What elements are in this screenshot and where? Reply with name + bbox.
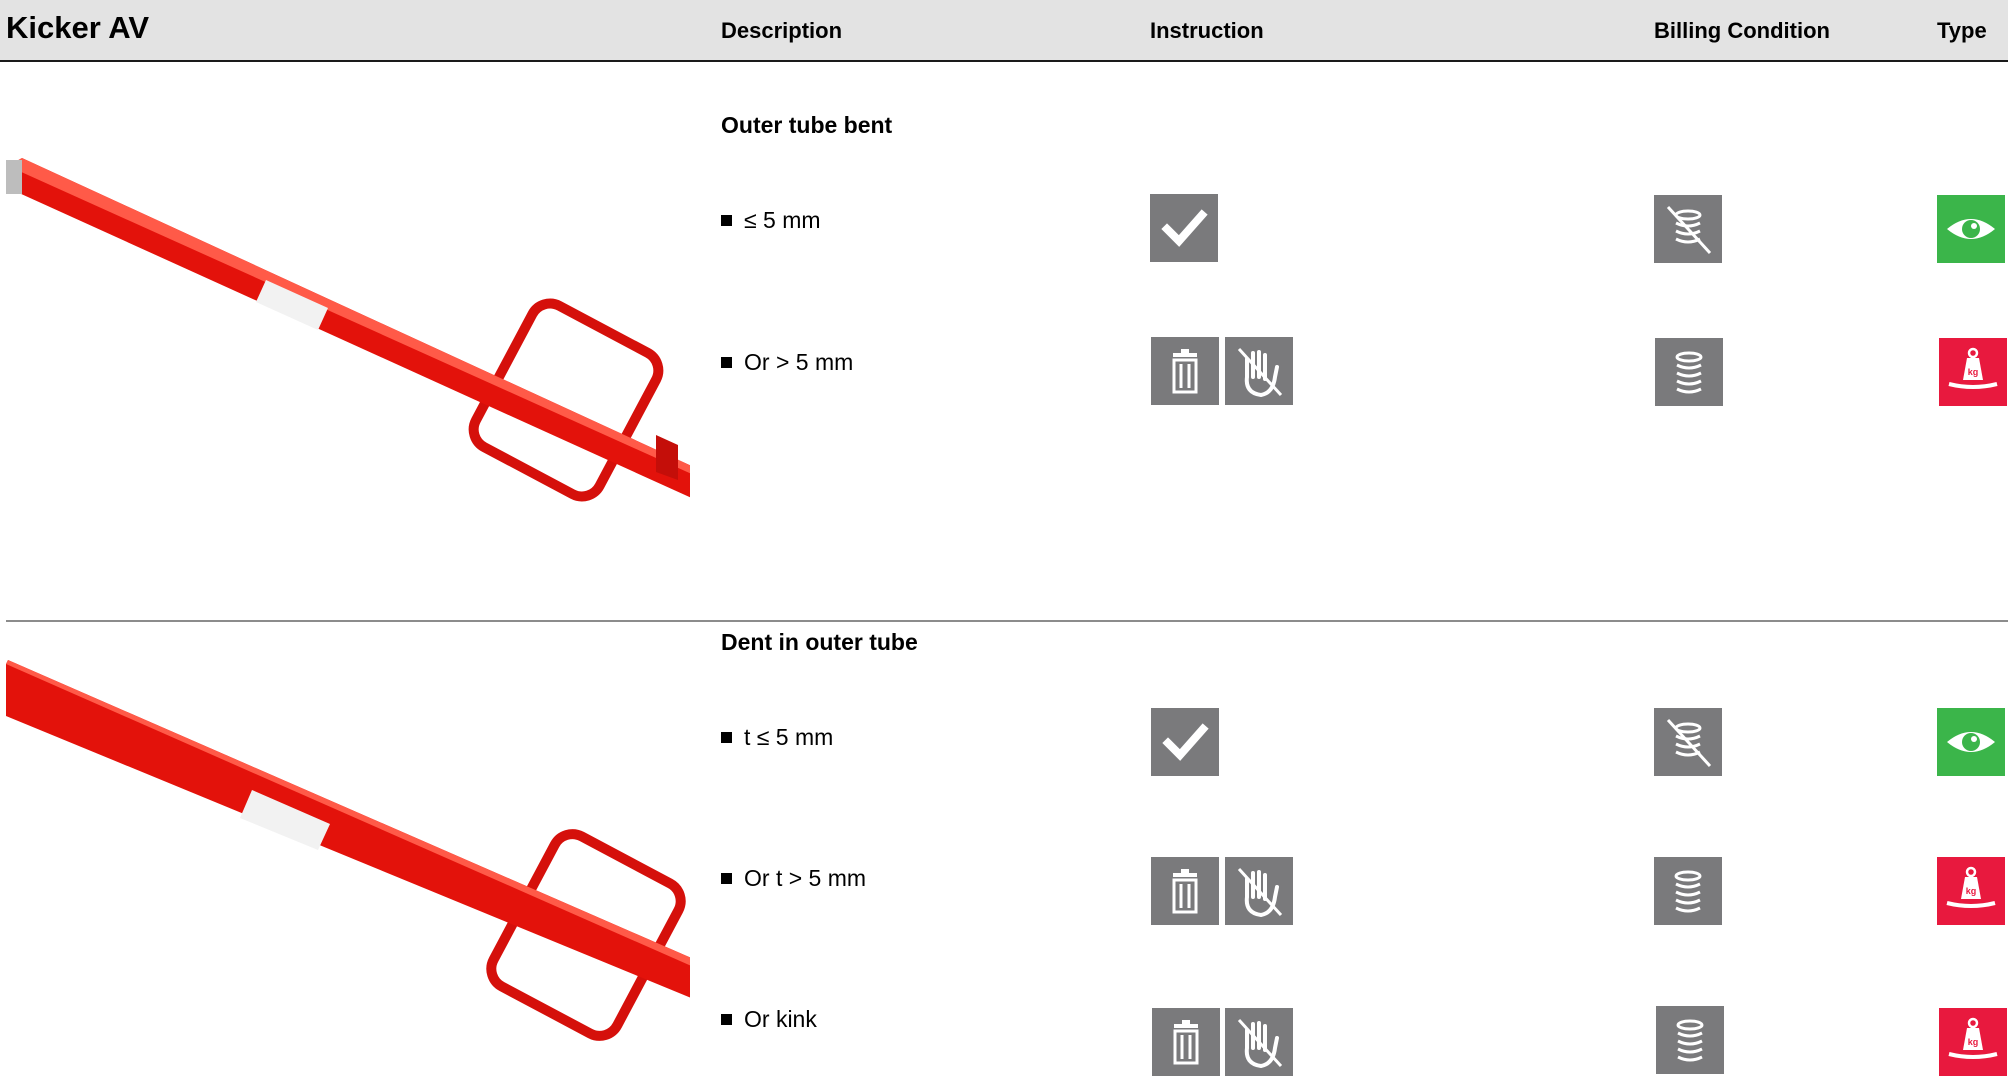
bullet-icon <box>721 873 732 884</box>
condition-label: Or t > 5 mm <box>744 865 867 891</box>
weight-kg-icon: kg <box>1939 338 2007 406</box>
svg-text:kg: kg <box>1968 367 1979 377</box>
check-icon <box>1150 194 1218 262</box>
bullet-icon <box>721 215 732 226</box>
table-header: Kicker AV Description Instruction Billin… <box>0 0 2008 62</box>
section-divider <box>6 620 2008 622</box>
charge-coins-icon <box>1656 1006 1724 1074</box>
bullet-icon <box>721 357 732 368</box>
charge-coins-icon <box>1654 857 1722 925</box>
condition-label: Or > 5 mm <box>744 349 854 375</box>
condition-row-label: Or t > 5 mm <box>721 865 866 892</box>
column-header-instruction: Instruction <box>1150 18 1264 43</box>
trash-icon <box>1151 857 1219 925</box>
condition-row-label: Or > 5 mm <box>721 349 853 376</box>
do-not-repair-hand-icon <box>1225 337 1293 405</box>
section-title: Outer tube bent <box>721 112 893 138</box>
no-charge-coins-icon <box>1654 195 1722 263</box>
kicker-product-image <box>6 150 690 530</box>
condition-label: ≤ 5 mm <box>744 207 821 233</box>
do-not-repair-hand-icon <box>1225 857 1293 925</box>
check-icon <box>1151 708 1219 776</box>
condition-label: t ≤ 5 mm <box>744 724 834 750</box>
column-header-type: Type <box>1937 18 1987 43</box>
svg-text:kg: kg <box>1968 1037 1979 1047</box>
column-header-billing: Billing Condition <box>1654 18 1830 43</box>
do-not-repair-hand-icon <box>1225 1008 1293 1076</box>
visual-inspection-eye-icon <box>1937 708 2005 776</box>
column-header-description: Description <box>721 18 843 43</box>
condition-label: Or kink <box>744 1006 817 1032</box>
trash-icon <box>1151 337 1219 405</box>
trash-icon <box>1152 1008 1220 1076</box>
bullet-icon <box>721 1014 732 1025</box>
svg-text:kg: kg <box>1966 886 1977 896</box>
section-title: Dent in outer tube <box>721 629 918 655</box>
weight-kg-icon: kg <box>1937 857 2005 925</box>
kicker-product-image <box>6 660 690 1076</box>
bullet-icon <box>721 732 732 743</box>
visual-inspection-eye-icon <box>1937 195 2005 263</box>
page-title: Kicker AV <box>6 10 150 45</box>
weight-kg-icon: kg <box>1939 1008 2007 1076</box>
condition-row-label: t ≤ 5 mm <box>721 724 833 751</box>
condition-row-label: Or kink <box>721 1006 817 1033</box>
no-charge-coins-icon <box>1654 708 1722 776</box>
condition-row-label: ≤ 5 mm <box>721 207 821 234</box>
charge-coins-icon <box>1655 338 1723 406</box>
